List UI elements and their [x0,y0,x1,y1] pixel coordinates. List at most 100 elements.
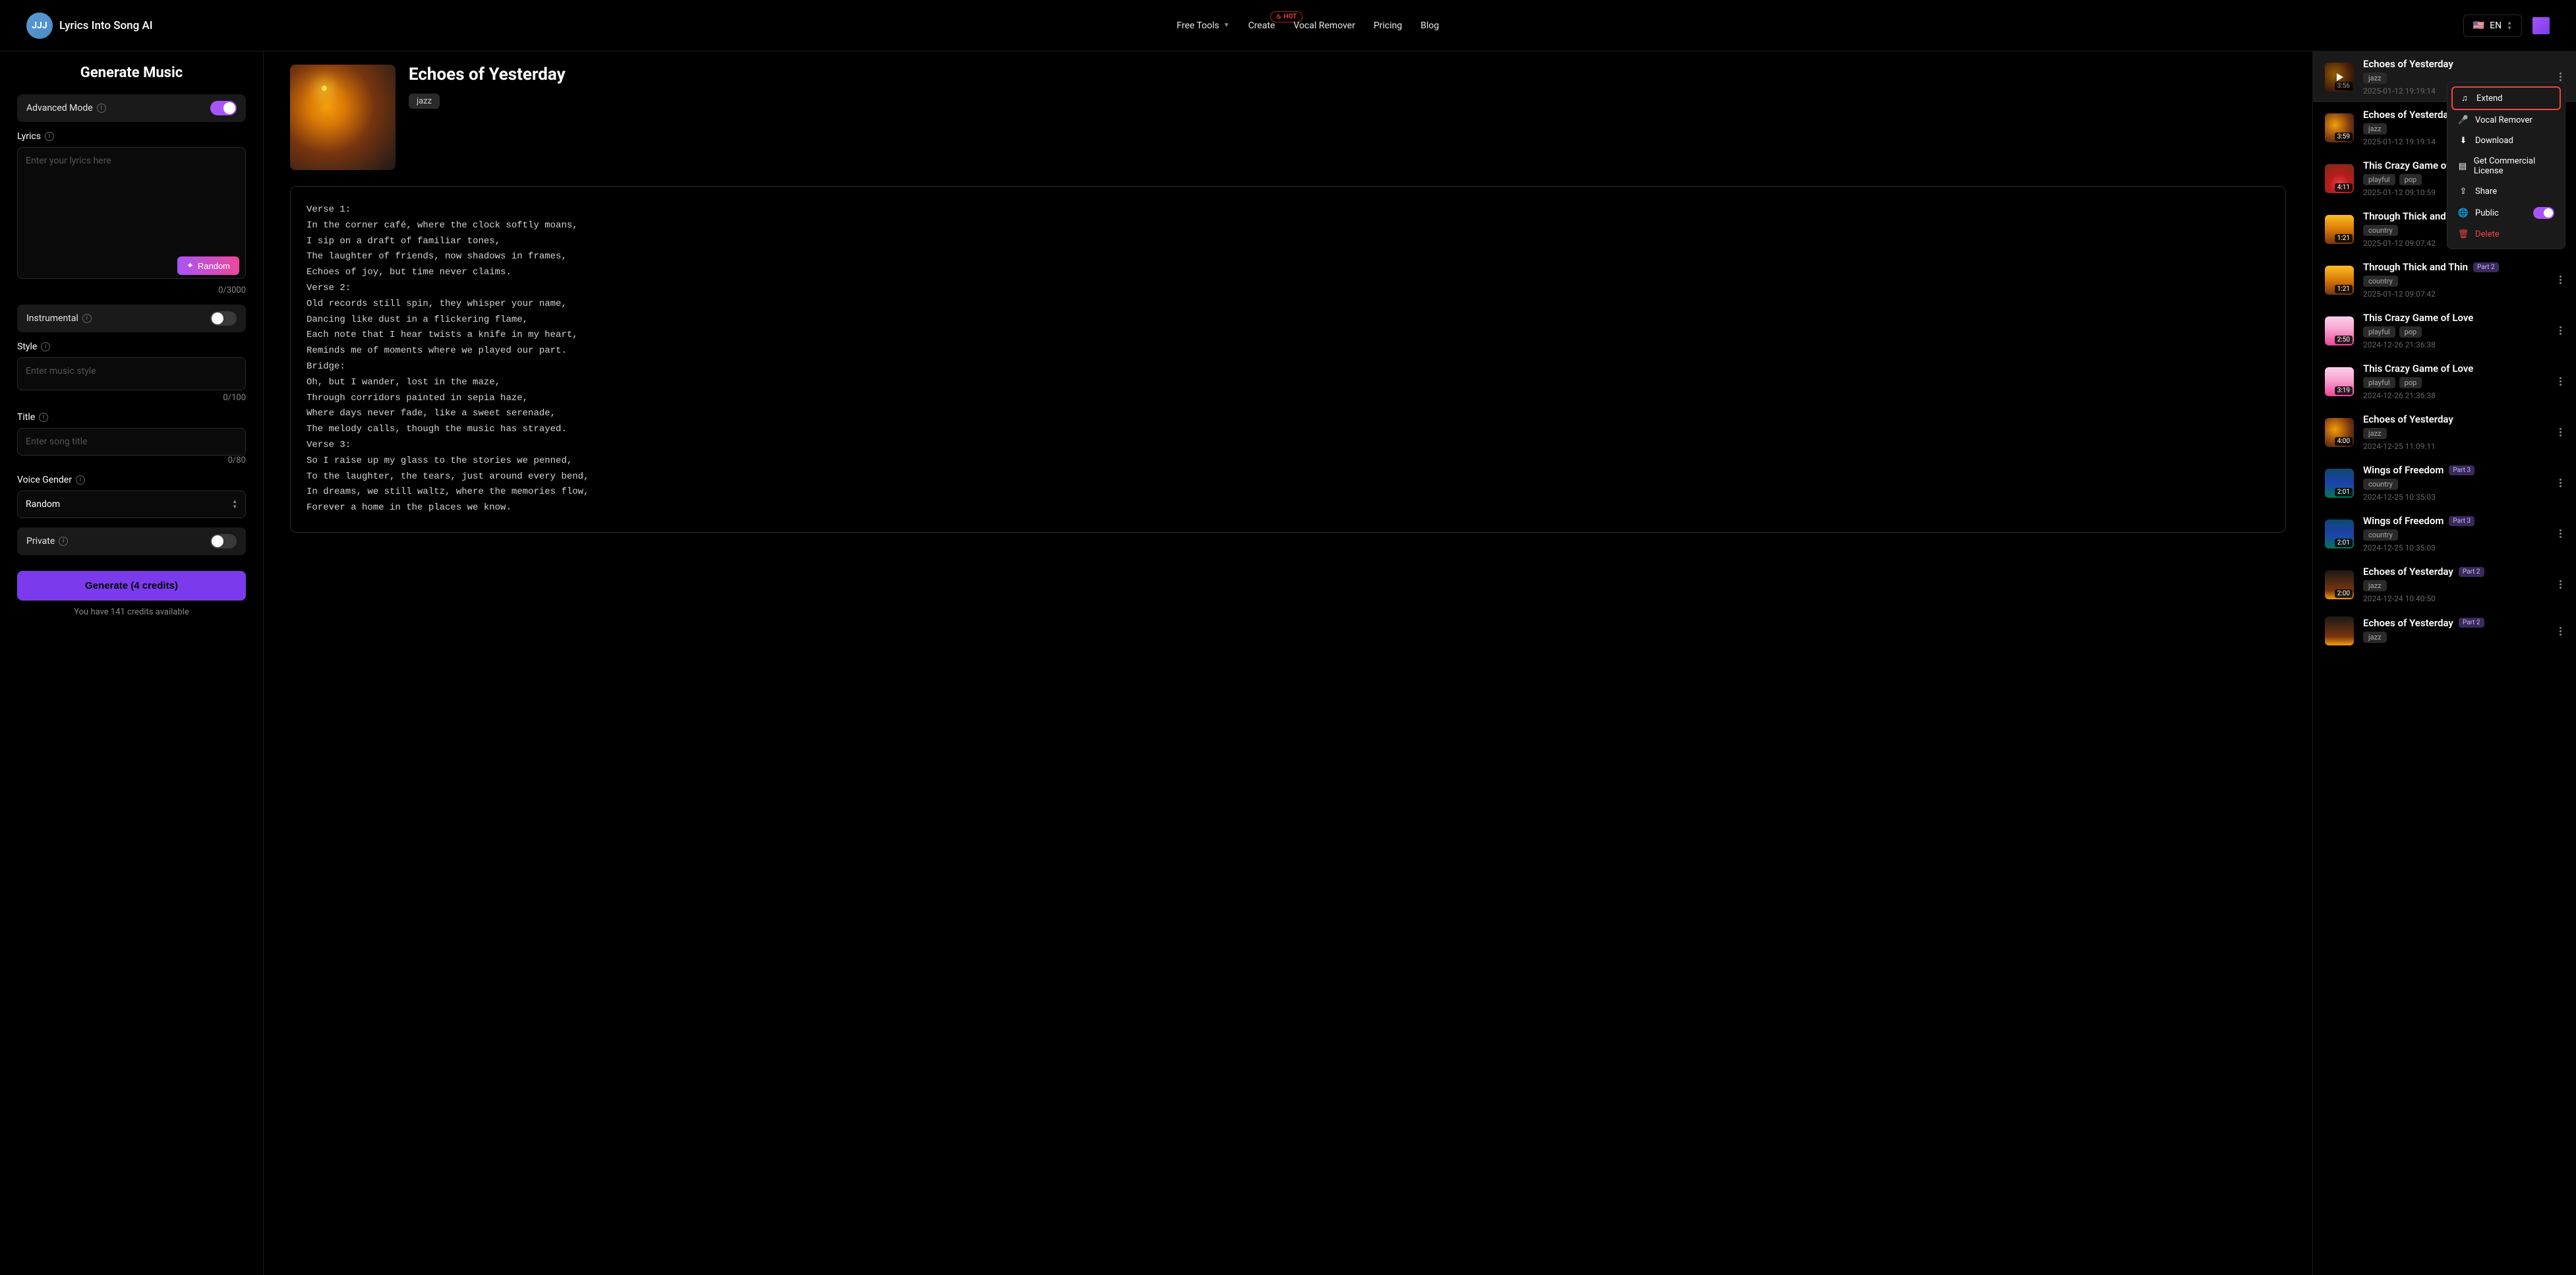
track-menu-button[interactable] [2557,273,2564,287]
ctx-download[interactable]: ⬇ Download [2451,131,2561,151]
play-icon[interactable] [2325,63,2354,92]
track-thumbnail: 4:00 [2325,418,2354,447]
track-item[interactable]: 2:01Wings of FreedomPart 3country2024-12… [2313,458,2576,508]
track-item[interactable]: 2:50 This Crazy Game of Loveplayfulpop202… [2313,305,2576,356]
flag-icon: 🇺🇸 [2473,20,2484,31]
advanced-mode-label: Advanced Mode [26,103,93,113]
nav-blog[interactable]: Blog [1420,20,1439,31]
track-menu-button[interactable] [2557,578,2564,591]
track-date: 2025-01-12 09:07:42 [2363,289,2548,299]
track-info: This Crazy Game of Loveplayfulpop2024-12… [2363,312,2548,349]
updown-icon: ▲▼ [2507,20,2512,31]
brand-name: Lyrics Into Song AI [59,19,153,32]
generate-button[interactable]: Generate (4 credits) [17,571,246,601]
ctx-license[interactable]: ▤ Get Commercial License [2451,151,2561,181]
sparkle-icon: ✦ [187,260,194,271]
track-tag: playful [2363,174,2395,185]
track-menu-button[interactable] [2557,624,2564,638]
playlist-panel: 3:56Echoes of Yesterdayjazz2025-01-12 19… [2312,51,2576,1275]
style-input[interactable] [17,357,246,390]
download-icon: ⬇ [2458,136,2469,146]
public-toggle[interactable] [2533,207,2554,219]
track-date: 2024-12-25 11:09:11 [2363,442,2548,451]
track-menu-button[interactable] [2557,527,2564,541]
instrumental-toggle[interactable] [210,311,237,326]
track-thumbnail: 2:50 [2325,316,2354,345]
ctx-share[interactable]: ⇪ Share [2451,181,2561,202]
track-title: Echoes of Yesterday [2363,109,2453,121]
globe-icon: 🌐 [2458,208,2469,218]
ctx-delete[interactable]: 🗑 Delete [2451,224,2561,245]
info-icon[interactable]: i [45,132,54,141]
avatar[interactable] [2532,17,2550,34]
info-icon[interactable]: i [76,475,85,485]
nav-create[interactable]: Create ♨ HOT [1248,20,1275,31]
advanced-mode-toggle[interactable] [210,101,237,115]
nav-pricing[interactable]: Pricing [1374,20,1402,31]
track-menu-button[interactable] [2557,324,2564,338]
track-menu-button[interactable] [2557,425,2564,439]
ctx-public[interactable]: 🌐 Public [2451,202,2561,224]
track-tag: country [2363,225,2398,236]
track-info: Through Thick and Thin Part 2 country 2025-… [2363,261,2548,299]
info-icon[interactable]: i [39,413,48,422]
header-right: 🇺🇸 EN ▲▼ [2463,15,2550,37]
track-thumbnail: 3:19 [2325,367,2354,396]
title-counter: 0/80 [17,456,246,465]
track-tag: playful [2363,326,2395,338]
track-title: Echoes of Yesterday [2363,617,2453,629]
info-icon[interactable]: i [41,342,50,351]
private-toggle[interactable] [210,534,237,549]
track-info: Echoes of Yesterdayjazz2024-12-25 11:09:… [2363,413,2548,451]
track-thumbnail: 3:59 [2325,113,2354,142]
info-icon[interactable]: i [97,104,106,113]
track-info: Echoes of YesterdayPart 2jazz [2363,617,2548,645]
track-item[interactable]: 1:21 Through Thick and Thin Part 2 country 2… [2313,254,2576,305]
track-thumbnail: 2:01 [2325,469,2354,498]
language-select[interactable]: 🇺🇸 EN ▲▼ [2463,15,2522,37]
music-note-icon: ♫ [2459,93,2470,104]
ctx-vocal-remover[interactable]: 🎤 Vocal Remover [2451,110,2561,131]
track-thumbnail [2325,616,2354,645]
track-title: Echoes of Yesterday [2363,566,2453,578]
track-item[interactable]: 4:00 Echoes of Yesterdayjazz2024-12-25 11… [2313,407,2576,458]
track-tag: country [2363,529,2398,541]
track-duration: 2:01 [2335,488,2353,496]
track-item[interactable]: Echoes of YesterdayPart 2jazz [2313,610,2576,652]
track-tag: jazz [2363,632,2387,643]
voice-value: Random [26,499,60,510]
track-thumbnail: 2:01 [2325,519,2354,549]
info-icon[interactable]: i [59,537,68,546]
track-thumbnail: 1:21 [2325,266,2354,295]
track-thumbnail: 4:11 [2325,164,2354,193]
track-menu-button[interactable] [2557,476,2564,490]
logo[interactable]: JJJ Lyrics Into Song AI [26,13,153,39]
lyrics-display: Verse 1: In the corner café, where the c… [290,186,2286,533]
voice-gender-select[interactable]: Random ▲▼ [17,490,246,518]
part-badge: Part 2 [2459,567,2484,577]
part-badge: Part 3 [2449,516,2474,526]
nav-vocal-remover[interactable]: Vocal Remover [1293,20,1355,31]
track-item[interactable]: 3:19This Crazy Game of Loveplayfulpop202… [2313,356,2576,407]
track-item[interactable]: 2:00Echoes of YesterdayPart 2jazz2024-12… [2313,559,2576,610]
track-item[interactable]: 2:01Wings of FreedomPart 3country2024-12… [2313,508,2576,559]
ctx-extend[interactable]: ♫ Extend [2451,86,2561,110]
logo-icon: JJJ [26,13,53,39]
part-badge: Part 3 [2449,465,2474,475]
part-badge: Part 2 [2473,262,2499,272]
info-icon[interactable]: i [82,314,92,323]
voice-label: Voice Gender [17,475,72,485]
private-row: Private i [17,527,246,555]
title-input[interactable] [17,428,246,456]
track-duration: 2:50 [2335,336,2353,344]
track-title: Echoes of Yesterday [2363,413,2453,425]
track-tag: playful [2363,377,2395,388]
track-tag: jazz [2363,73,2387,84]
track-title: Through Thick and Thin [2363,261,2468,273]
track-menu-button[interactable] [2557,374,2564,388]
track-tag: country [2363,276,2398,287]
header: JJJ Lyrics Into Song AI Free Tools ▼ Cre… [0,0,2576,51]
random-button[interactable]: ✦ Random [177,256,239,275]
track-duration: 3:19 [2335,386,2353,395]
nav-free-tools[interactable]: Free Tools ▼ [1177,20,1229,31]
